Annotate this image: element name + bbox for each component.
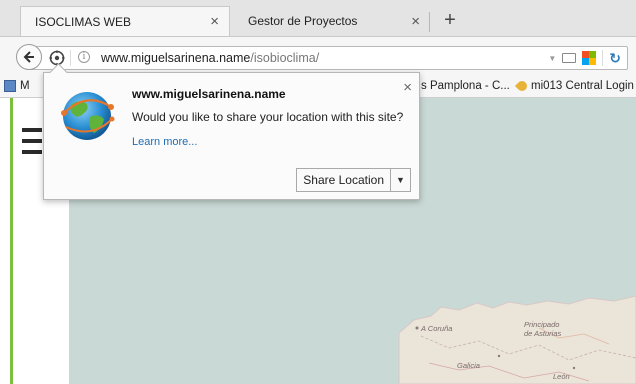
map-label: Principado: [524, 320, 560, 329]
tab-close-icon[interactable]: ×: [210, 13, 219, 30]
reader-view-icon[interactable]: [562, 53, 577, 63]
tab-gestor-proyectos[interactable]: Gestor de Proyectos ×: [234, 6, 430, 36]
map-label: A Coruña: [421, 324, 453, 333]
key-icon: [514, 78, 530, 94]
popup-site-host: www.miguelsarinena.name: [132, 87, 286, 101]
learn-more-link[interactable]: Learn more...: [132, 136, 197, 148]
new-tab-button[interactable]: +: [437, 6, 463, 34]
share-options-dropdown-icon[interactable]: ▼: [391, 168, 411, 192]
back-arrow-icon[interactable]: [16, 44, 42, 70]
tab-title: ISOCLIMAS WEB: [35, 14, 132, 29]
geolocation-permission-popup: www.miguelsarinena.name Would you like t…: [43, 63, 420, 200]
tab-strip: ISOCLIMAS WEB × Gestor de Proyectos × +: [0, 0, 636, 37]
tab-close-icon[interactable]: ×: [411, 13, 420, 30]
map-label: Galicia: [457, 361, 480, 370]
url-bar[interactable]: i www.miguelsarinena.name/isobioclima/ ▼…: [30, 46, 628, 70]
tab-isoclimas[interactable]: ISOCLIMAS WEB ×: [20, 6, 230, 36]
bookmark-label: M: [20, 80, 30, 92]
navigation-bar: i www.miguelsarinena.name/isobioclima/ ▼…: [0, 37, 636, 77]
url-host: www.miguelsarinena.name: [101, 51, 251, 65]
reload-separator: [602, 50, 604, 66]
globe-icon: [61, 92, 115, 140]
url-path: /isobioclima/: [250, 51, 320, 65]
bookmark-item[interactable]: M: [4, 80, 30, 92]
map-label: de Asturias: [524, 329, 562, 338]
info-icon[interactable]: i: [78, 51, 90, 63]
share-location-control: Share Location ▼: [296, 168, 411, 192]
popup-close-icon[interactable]: ×: [403, 80, 412, 95]
bookmark-item[interactable]: mi013 Central Login: [514, 78, 634, 94]
bookmark-label: s Pamplona - C...: [421, 80, 510, 92]
bookmark-label: mi013 Central Login: [531, 80, 634, 92]
bookmark-item[interactable]: s Pamplona - C...: [421, 80, 510, 92]
history-dropdown-icon[interactable]: ▼: [548, 54, 556, 63]
url-divider: [70, 50, 71, 66]
url-text[interactable]: www.miguelsarinena.name/isobioclima/: [101, 51, 319, 65]
ms-extension-icon[interactable]: [582, 51, 597, 65]
url-actions: ▼ ↻: [548, 50, 621, 66]
hamburger-menu-icon[interactable]: [22, 128, 42, 158]
tab-title: Gestor de Proyectos: [248, 14, 358, 28]
map-label: León: [553, 372, 570, 381]
share-location-button[interactable]: Share Location: [296, 168, 391, 192]
tab-separator: [429, 12, 430, 32]
reload-icon[interactable]: ↻: [609, 50, 621, 67]
bookmark-blue-icon: [4, 80, 16, 92]
popup-message: Would you like to share your location wi…: [132, 110, 404, 124]
